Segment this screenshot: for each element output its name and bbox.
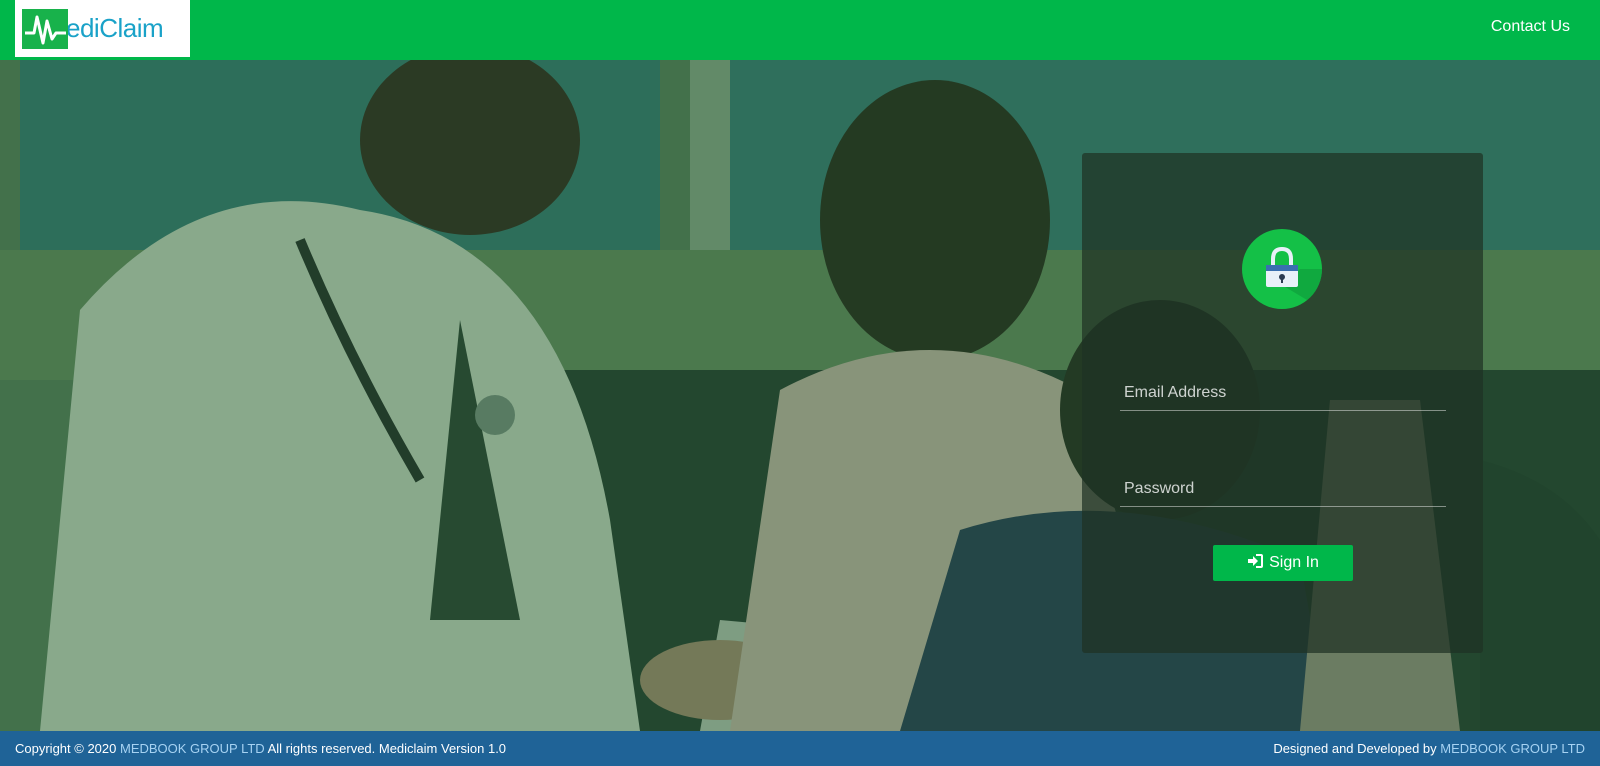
footer: Copyright © 2020 MEDBOOK GROUP LTD All r… xyxy=(0,731,1600,766)
sign-in-icon xyxy=(1247,553,1264,573)
company-link[interactable]: MEDBOOK GROUP LTD xyxy=(120,741,265,756)
logo-text: ediClaim xyxy=(66,13,164,43)
padlock-icon xyxy=(1242,229,1322,309)
footer-copyright: Copyright © 2020 MEDBOOK GROUP LTD All r… xyxy=(15,741,506,756)
email-field[interactable] xyxy=(1120,381,1446,411)
sign-in-label: Sign In xyxy=(1269,554,1319,571)
copyright-prefix: Copyright © 2020 xyxy=(15,741,117,756)
login-page: ediClaim Contact Us Email Address Sign I… xyxy=(0,0,1600,766)
designed-prefix: Designed and Developed by xyxy=(1273,741,1437,756)
login-card: Sign In xyxy=(1082,153,1483,653)
designed-company-link[interactable]: MEDBOOK GROUP LTD xyxy=(1440,741,1585,756)
mediclaim-logo[interactable]: ediClaim xyxy=(15,0,190,57)
copyright-suffix: All rights reserved. Mediclaim Version 1… xyxy=(267,741,507,756)
heartbeat-m-icon xyxy=(22,8,68,49)
sign-in-button[interactable]: Sign In xyxy=(1213,545,1353,581)
top-navbar: ediClaim Contact Us xyxy=(0,0,1600,60)
footer-credits: Designed and Developed by MEDBOOK GROUP … xyxy=(1273,741,1585,756)
password-field[interactable] xyxy=(1120,477,1446,507)
contact-us-link[interactable]: Contact Us xyxy=(1491,18,1570,36)
